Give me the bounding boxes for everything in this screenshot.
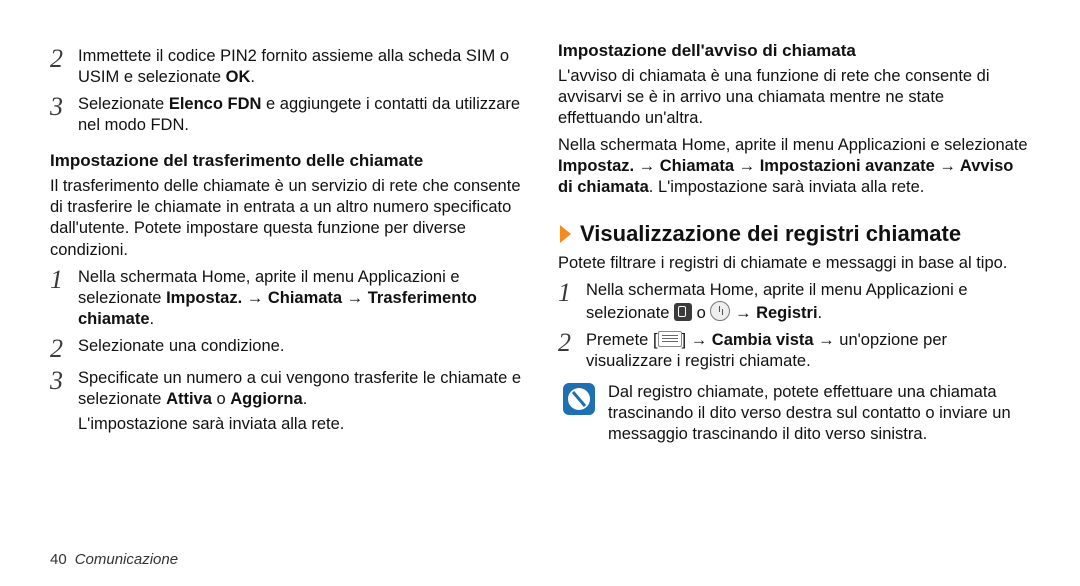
- section-heading-registri: Visualizzazione dei registri chiamate: [558, 220, 1030, 248]
- t-step-1: 1 Nella schermata Home, aprite il menu A…: [50, 267, 522, 330]
- step-3-body: Selezionate Elenco FDN e aggiungete i co…: [78, 94, 522, 136]
- body-avviso-2: Nella schermata Home, aprite il menu App…: [558, 135, 1030, 198]
- step-3: 3 Selezionate Elenco FDN e aggiungete i …: [50, 94, 522, 136]
- body-registri: Potete filtrare i registri di chiamate e…: [558, 253, 1030, 274]
- step-number-2: 2: [50, 46, 78, 88]
- r-step-2: 2 Premete [] → Cambia vista → un'opzione…: [558, 330, 1030, 372]
- step-number-3: 3: [50, 94, 78, 136]
- chevron-icon: [558, 223, 574, 245]
- footer: 40 Comunicazione: [50, 551, 178, 568]
- step-number-3: 3: [50, 368, 78, 410]
- t-step-1-body: Nella schermata Home, aprite il menu App…: [78, 267, 522, 330]
- step-number-1: 1: [50, 267, 78, 330]
- footer-section: Comunicazione: [75, 551, 178, 568]
- t-step-3-after: L'impostazione sarà inviata alla rete.: [78, 414, 522, 435]
- right-column: Impostazione dell'avviso di chiamata L'a…: [540, 40, 1030, 566]
- text: Nella schermata Home, aprite il menu App…: [558, 136, 1028, 154]
- bold-aggiorna: Aggiorna: [230, 390, 302, 408]
- section-title: Visualizzazione dei registri chiamate: [580, 220, 961, 248]
- r-step-1: 1 Nella schermata Home, aprite il menu A…: [558, 280, 1030, 324]
- r-step-1-body: Nella schermata Home, aprite il menu App…: [586, 280, 1030, 324]
- menu-icon: [658, 331, 682, 347]
- page: 2 Immettete il codice PIN2 fornito assie…: [0, 0, 1080, 586]
- text: .: [150, 310, 155, 328]
- subheading-avviso: Impostazione dell'avviso di chiamata: [558, 40, 1030, 62]
- bold-attiva: Attiva: [166, 390, 212, 408]
- r-step-2-body: Premete [] → Cambia vista → un'opzione p…: [586, 330, 1030, 372]
- t-step-3: 3 Specificate un numero a cui vengono tr…: [50, 368, 522, 410]
- text: .: [303, 390, 308, 408]
- step-number-1: 1: [558, 280, 586, 324]
- t-step-3-body: Specificate un numero a cui vengono tras…: [78, 368, 522, 410]
- t-step-2-body: Selezionate una condizione.: [78, 336, 522, 362]
- text: .: [818, 304, 823, 322]
- text: .: [250, 68, 255, 86]
- note: Dal registro chiamate, potete effettuare…: [562, 382, 1030, 445]
- t-step-2: 2 Selezionate una condizione.: [50, 336, 522, 362]
- bold-registri: Registri: [756, 304, 817, 322]
- clock-icon: [710, 301, 730, 321]
- body-avviso-1: L'avviso di chiamata è una funzione di r…: [558, 66, 1030, 129]
- step-2: 2 Immettete il codice PIN2 fornito assie…: [50, 46, 522, 88]
- text: Premete [: [586, 331, 658, 349]
- step-number-2: 2: [50, 336, 78, 362]
- text: Selezionate: [78, 95, 169, 113]
- bold-elenco-fdn: Elenco FDN: [169, 95, 262, 113]
- page-number: 40: [50, 551, 67, 568]
- bold-ok: OK: [226, 68, 251, 86]
- text: o: [692, 304, 710, 322]
- text: o: [212, 390, 230, 408]
- step-number-2: 2: [558, 330, 586, 372]
- note-text: Dal registro chiamate, potete effettuare…: [608, 382, 1030, 445]
- body-trasferimento: Il trasferimento delle chiamate è un ser…: [50, 176, 522, 260]
- bold-cambia-vista: Cambia vista: [712, 331, 814, 349]
- text: Immettete il codice PIN2 fornito assieme…: [78, 47, 509, 86]
- step-2-body: Immettete il codice PIN2 fornito assieme…: [78, 46, 522, 88]
- phone-icon: [674, 303, 692, 321]
- subheading-trasferimento: Impostazione del trasferimento delle chi…: [50, 150, 522, 172]
- text: ] →: [682, 331, 712, 349]
- note-icon: [562, 382, 596, 416]
- text: →: [730, 304, 756, 322]
- text: . L'impostazione sarà inviata alla rete.: [649, 178, 925, 196]
- left-column: 2 Immettete il codice PIN2 fornito assie…: [50, 40, 540, 566]
